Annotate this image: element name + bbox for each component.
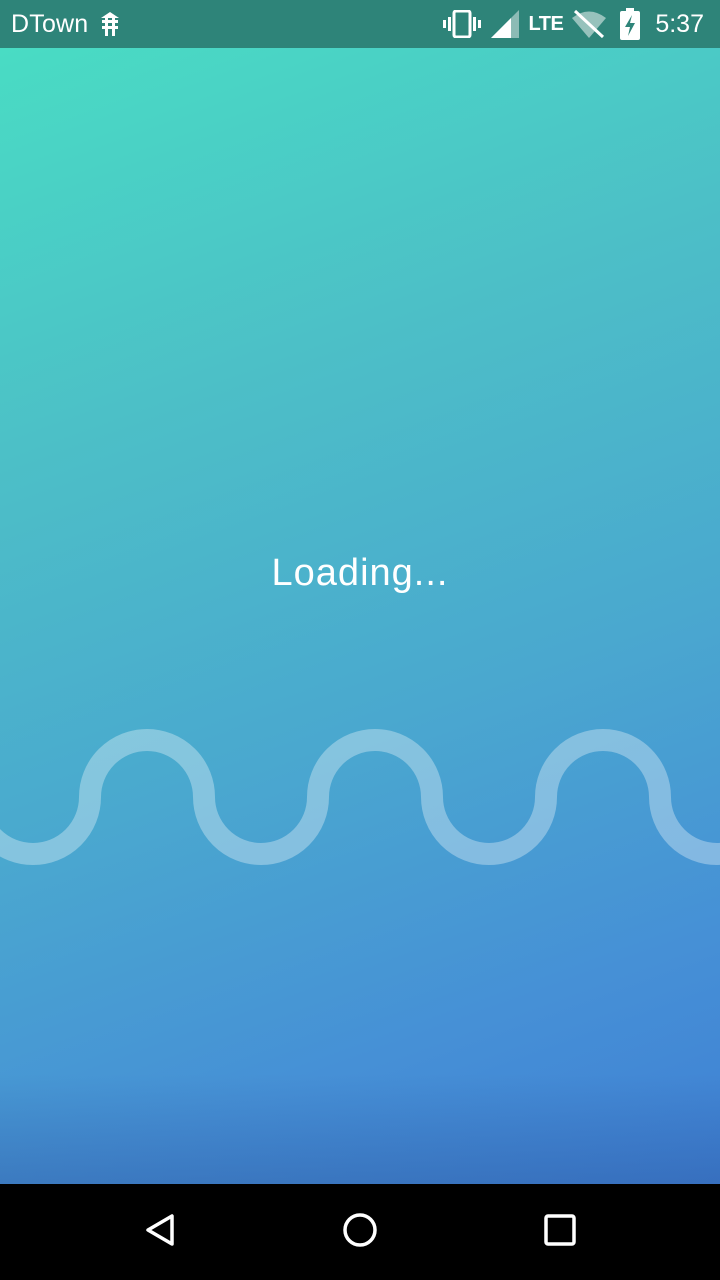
splash-background: Loading... [0,48,720,1184]
battery-charging-icon [619,8,641,40]
home-icon [341,1211,379,1254]
recents-icon [543,1213,577,1252]
status-bar: DTown LTE 5:37 [0,0,720,48]
vibrate-icon [442,9,481,39]
wifi-off-icon [571,9,607,39]
wave-decoration [0,729,720,865]
screen: DTown LTE 5:37 Loading... [0,0,720,1280]
navigation-bar [0,1184,720,1280]
bottom-shade [0,1074,720,1184]
clock: 5:37 [655,9,704,38]
home-button[interactable] [336,1208,384,1256]
recents-button[interactable] [536,1208,584,1256]
back-icon [142,1212,178,1253]
carrier-name: DTown [11,9,89,38]
signal-icon [490,10,519,38]
status-icons: LTE 5:37 [442,8,704,40]
tower-icon [99,11,121,37]
network-type: LTE [528,12,564,35]
back-button[interactable] [136,1208,184,1256]
loading-text: Loading... [271,552,449,594]
